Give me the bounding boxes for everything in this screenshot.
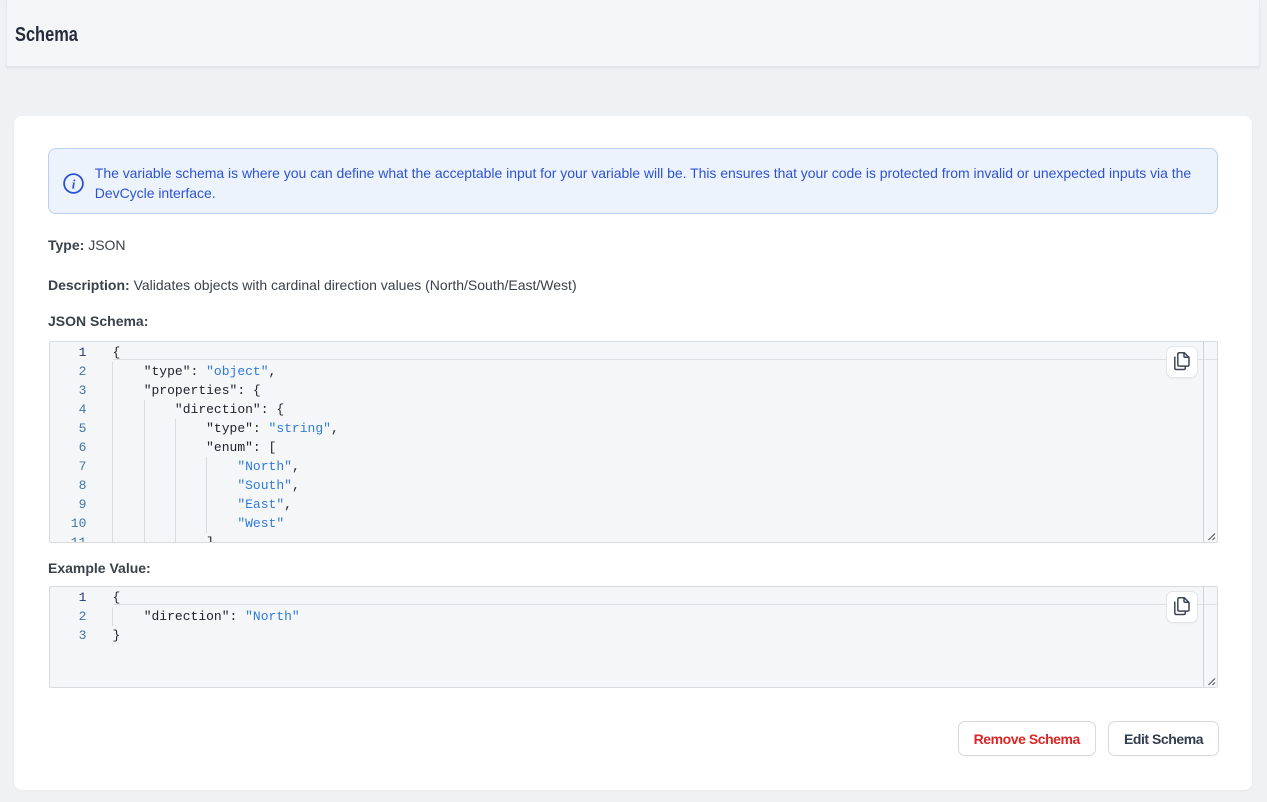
svg-text:i: i <box>72 177 76 192</box>
